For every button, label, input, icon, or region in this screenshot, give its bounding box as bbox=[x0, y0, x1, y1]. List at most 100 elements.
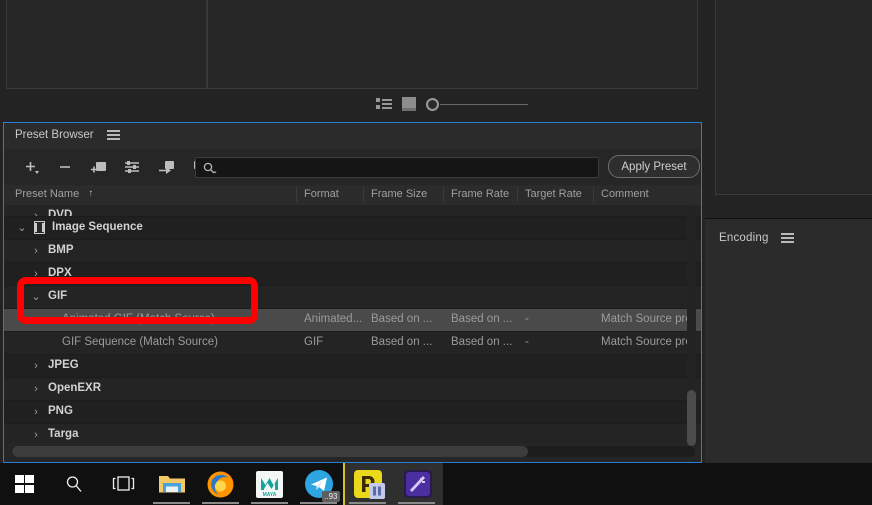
horizontal-scrollbar[interactable] bbox=[11, 446, 695, 457]
cell-format: Animated... bbox=[304, 313, 363, 325]
preset-name-cell: GIF Sequence (Match Source) bbox=[62, 336, 218, 348]
film-strip-icon bbox=[34, 221, 45, 234]
source-preview-panel[interactable] bbox=[6, 0, 207, 89]
search-input[interactable] bbox=[222, 158, 596, 179]
cell-frame-size: Based on ... bbox=[371, 336, 433, 348]
preset-settings-button[interactable] bbox=[116, 153, 150, 181]
hamburger-menu-icon[interactable] bbox=[780, 233, 794, 243]
output-preview-panel[interactable] bbox=[207, 0, 698, 89]
firefox-button[interactable] bbox=[196, 463, 245, 505]
search-icon bbox=[66, 476, 81, 492]
table-row[interactable]: › BMP bbox=[4, 240, 701, 263]
preset-list[interactable]: › DVD ⌄ Image Sequence › BMP › DPX ⌄ GIF Animated … bbox=[4, 205, 701, 443]
media-encoder-icon bbox=[403, 470, 432, 498]
preset-browser-title: Preset Browser bbox=[15, 129, 94, 141]
column-header-target-rate[interactable]: Target Rate bbox=[525, 188, 582, 200]
plus-icon bbox=[26, 162, 39, 174]
chevron-right-icon[interactable]: › bbox=[30, 268, 42, 280]
preview-zoom-slider[interactable] bbox=[425, 97, 528, 111]
preset-name-cell: BMP bbox=[48, 244, 74, 256]
column-header-frame-rate[interactable]: Frame Rate bbox=[451, 188, 509, 200]
preset-name-cell: JPEG bbox=[48, 359, 79, 371]
chevron-right-icon[interactable]: › bbox=[30, 429, 42, 441]
chevron-right-icon[interactable]: › bbox=[30, 210, 42, 216]
cell-target-rate: - bbox=[525, 336, 529, 348]
monitor-icon[interactable] bbox=[401, 97, 416, 111]
list-view-icon[interactable] bbox=[375, 98, 392, 110]
new-folder-icon bbox=[91, 162, 106, 173]
table-row[interactable]: › PNG bbox=[4, 401, 701, 424]
settings-sliders-icon bbox=[125, 161, 139, 173]
vertical-scrollbar-thumb[interactable] bbox=[687, 390, 696, 446]
running-indicator bbox=[398, 502, 435, 504]
column-header-comment[interactable]: Comment bbox=[601, 188, 649, 200]
premiere-pro-button[interactable] bbox=[343, 463, 392, 505]
table-row[interactable]: GIF Sequence (Match Source) GIF Based on .… bbox=[4, 332, 701, 355]
preset-search-box[interactable] bbox=[195, 157, 599, 179]
encoding-panel-header: Encoding bbox=[719, 232, 794, 244]
delete-preset-button[interactable] bbox=[48, 153, 82, 181]
table-row[interactable]: › DVD bbox=[4, 205, 701, 217]
vertical-scrollbar[interactable] bbox=[687, 207, 696, 446]
slider-track[interactable] bbox=[439, 103, 528, 105]
column-divider[interactable] bbox=[517, 187, 518, 202]
slider-handle[interactable] bbox=[425, 97, 439, 111]
windows-taskbar: MAYA ..93 bbox=[0, 463, 872, 505]
preset-name-cell: Animated GIF (Match Source) bbox=[62, 313, 215, 325]
table-row[interactable]: › JPEG bbox=[4, 355, 701, 378]
firefox-icon bbox=[207, 471, 234, 497]
task-view-button[interactable] bbox=[98, 463, 147, 505]
column-divider[interactable] bbox=[443, 187, 444, 202]
table-row[interactable]: › DPX bbox=[4, 263, 701, 286]
apply-preset-button[interactable]: Apply Preset bbox=[608, 155, 700, 178]
column-divider[interactable] bbox=[593, 187, 594, 202]
running-indicator bbox=[153, 502, 190, 504]
chevron-down-icon[interactable]: ⌄ bbox=[16, 222, 28, 234]
column-header-frame-size[interactable]: Frame Size bbox=[371, 188, 427, 200]
column-divider[interactable] bbox=[363, 187, 364, 202]
telegram-button[interactable]: ..93 bbox=[294, 463, 343, 505]
column-header-name[interactable]: Preset Name ↑ bbox=[15, 188, 93, 200]
cell-frame-rate: Based on ... bbox=[451, 336, 513, 348]
chevron-right-icon[interactable]: › bbox=[30, 245, 42, 257]
start-button[interactable] bbox=[0, 463, 49, 505]
table-row[interactable]: ⌄ GIF bbox=[4, 286, 701, 309]
running-indicator bbox=[300, 502, 337, 504]
new-preset-group-button[interactable] bbox=[82, 153, 116, 181]
table-row[interactable]: › OpenEXR bbox=[4, 378, 701, 401]
cell-comment: Match Source pre bbox=[601, 313, 692, 325]
chevron-right-icon[interactable]: › bbox=[30, 383, 42, 395]
search-icon bbox=[203, 162, 217, 174]
import-presets-button[interactable] bbox=[150, 153, 184, 181]
table-row[interactable]: Animated GIF (Match Source) Animated... Ba… bbox=[4, 309, 701, 332]
hamburger-menu-icon[interactable] bbox=[106, 130, 120, 140]
column-divider[interactable] bbox=[296, 187, 297, 202]
preset-name-cell: GIF bbox=[48, 290, 68, 302]
horizontal-scrollbar-thumb[interactable] bbox=[12, 446, 528, 457]
preset-name-cell: PNG bbox=[48, 405, 73, 417]
preview-controls bbox=[207, 92, 696, 116]
table-row[interactable]: ⌄ Image Sequence bbox=[4, 217, 701, 240]
windows-logo-icon bbox=[15, 474, 34, 494]
encoding-panel[interactable]: Encoding bbox=[705, 219, 872, 463]
new-preset-button[interactable] bbox=[14, 153, 48, 181]
chevron-right-icon[interactable]: › bbox=[30, 360, 42, 372]
cell-frame-size: Based on ... bbox=[371, 313, 433, 325]
queue-panel[interactable] bbox=[715, 0, 872, 195]
maya-button[interactable]: MAYA bbox=[245, 463, 294, 505]
chevron-right-icon[interactable]: › bbox=[30, 406, 42, 418]
chevron-down-icon[interactable]: ⌄ bbox=[30, 291, 42, 303]
media-encoder-button[interactable] bbox=[392, 463, 443, 505]
column-header-row: Preset Name ↑ Format Frame Size Frame Ra… bbox=[4, 185, 701, 206]
cell-format: GIF bbox=[304, 336, 324, 348]
column-header-format[interactable]: Format bbox=[304, 188, 339, 200]
preset-browser-panel: Preset Browser Apply Preset Preset Name … bbox=[3, 122, 702, 463]
table-row[interactable]: › Targa bbox=[4, 424, 701, 443]
preset-name-cell: Image Sequence bbox=[52, 221, 143, 233]
pause-icon bbox=[368, 483, 385, 499]
file-explorer-button[interactable] bbox=[147, 463, 196, 505]
sort-ascending-icon: ↑ bbox=[88, 188, 94, 199]
preset-name-cell: Targa bbox=[48, 428, 79, 440]
running-indicator bbox=[349, 502, 386, 504]
search-button[interactable] bbox=[49, 463, 98, 505]
